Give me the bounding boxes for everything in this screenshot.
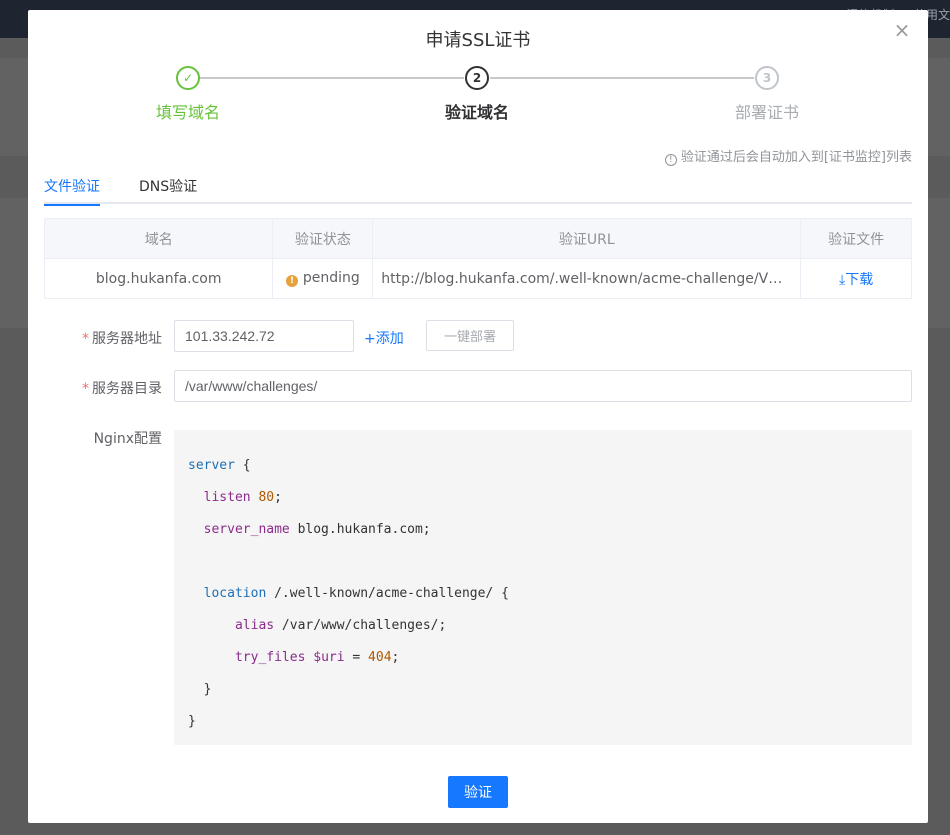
download-link[interactable]: ⤓下载 <box>839 272 873 288</box>
header-domain: 域名 <box>43 218 274 259</box>
tab-dns-verify[interactable]: DNS验证 <box>139 176 197 204</box>
step-3-number: 3 <box>755 66 779 90</box>
cell-status: ! pending <box>272 258 374 299</box>
step-1-label: 填写域名 <box>156 103 221 122</box>
step-connector <box>490 77 754 79</box>
status-text: pending <box>302 270 360 286</box>
verify-button[interactable]: 验证 <box>448 776 508 808</box>
header-status: 验证状态 <box>272 218 374 259</box>
step-2-label: 验证域名 <box>445 103 510 122</box>
server-dir-label: * 服务器目录 <box>82 381 162 397</box>
download-label: 下载 <box>845 271 874 288</box>
step-3-label: 部署证书 <box>735 103 800 122</box>
header-url: 验证URL <box>372 218 802 259</box>
warning-icon: ! <box>285 275 298 287</box>
nginx-config-code: server { listen 80; server_name blog.huk… <box>174 430 912 745</box>
cell-file: ⤓下载 <box>800 258 912 299</box>
server-address-label: * 服务器地址 <box>82 331 162 347</box>
server-address-input[interactable] <box>174 320 354 352</box>
verify-table: 域名 验证状态 验证URL 验证文件 blog.hukanfa.com ! pen… <box>43 218 912 299</box>
tip-text: 验证通过后会自动加入到[证书监控]列表 <box>680 150 912 165</box>
steps-bar: ✓ 填写域名 2 验证域名 3 部署证书 <box>28 66 928 126</box>
dialog-title: 申请SSL证书 <box>425 30 531 51</box>
nginx-config-label: Nginx配置 <box>93 431 162 447</box>
table-row: blog.hukanfa.com ! pending http://blog.hu… <box>43 258 912 299</box>
verify-tabs: 文件验证 DNS验证 <box>44 172 912 206</box>
cell-domain: blog.hukanfa.com <box>43 258 274 299</box>
add-server-link[interactable]: +添加 <box>364 328 404 348</box>
tab-file-verify[interactable]: 文件验证 <box>44 176 100 206</box>
info-icon: ! <box>664 154 677 166</box>
step-2-number: 2 <box>465 66 489 90</box>
header-file: 验证文件 <box>800 218 912 259</box>
server-dir-input[interactable] <box>174 370 912 402</box>
ssl-dialog: 申请SSL证书 × ✓ 填写域名 2 验证域名 3 部署证书 ! 验证通过后会自动… <box>28 10 928 823</box>
step-connector <box>200 77 464 79</box>
one-click-deploy-button[interactable]: 一键部署 <box>426 320 514 351</box>
table-header-row: 域名 验证状态 验证URL 验证文件 <box>43 218 912 259</box>
cell-url: http://blog.hukanfa.com/.well-known/acme… <box>372 258 802 299</box>
close-icon[interactable]: × <box>892 20 912 40</box>
step-1-check-icon: ✓ <box>176 66 200 90</box>
monitor-tip: ! 验证通过后会自动加入到[证书监控]列表 <box>664 146 912 166</box>
